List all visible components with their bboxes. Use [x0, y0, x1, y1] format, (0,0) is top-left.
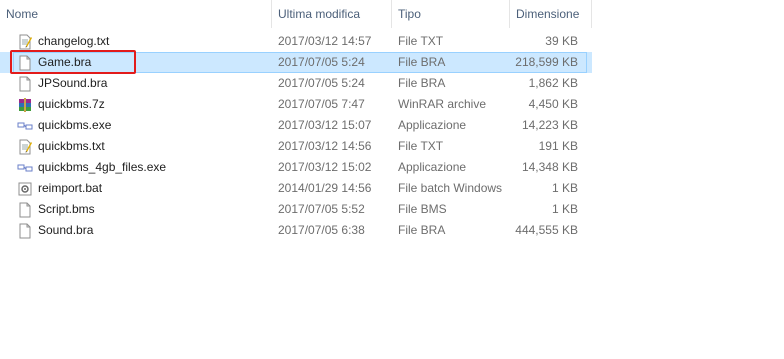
file-name: Sound.bra [38, 223, 94, 237]
file-row[interactable]: Sound.bra 2017/07/05 6:38 File BRA 444,555 … [0, 220, 592, 241]
file-row[interactable]: changelog.txt 2017/03/12 14:57 File TXT 39 … [0, 31, 592, 52]
file-size: 444,555 KB [515, 223, 578, 237]
file-name-cell[interactable]: quickbms_4gb_files.exe [0, 157, 272, 178]
file-type: File BMS [398, 202, 447, 216]
file-name: JPSound.bra [38, 76, 108, 90]
file-type: File batch Windows [398, 181, 503, 195]
file-size: 1 KB [551, 202, 578, 216]
file-row[interactable]: quickbms.txt 2017/03/12 14:56 File TXT 191 … [0, 136, 592, 157]
file-modified: 2017/03/12 15:02 [278, 160, 372, 174]
file-size: 39 KB [545, 34, 578, 48]
column-header-bar: Nome Ultima modifica Tipo Dimensione [0, 0, 592, 28]
application-icon [17, 160, 33, 176]
file-size: 14,223 KB [521, 118, 578, 132]
column-header-size-label: Dimensione [516, 7, 580, 21]
file-name-cell[interactable]: Sound.bra [0, 220, 272, 241]
file-size: 1,862 KB [528, 76, 578, 90]
winrar-archive-icon [17, 97, 33, 113]
file-name: quickbms.7z [38, 97, 105, 111]
file-name-cell[interactable]: changelog.txt [0, 31, 272, 52]
file-name: quickbms.exe [38, 118, 112, 132]
generic-file-icon [17, 223, 33, 239]
file-modified: 2017/03/12 15:07 [278, 118, 372, 132]
column-header-name[interactable]: Nome [0, 0, 272, 28]
file-row[interactable]: JPSound.bra 2017/07/05 5:24 File BRA 1,862 … [0, 73, 592, 94]
file-type: Applicazione [398, 118, 467, 132]
file-size: 1 KB [551, 181, 578, 195]
text-file-icon [17, 139, 33, 155]
generic-file-icon [17, 202, 33, 218]
file-size: 4,450 KB [528, 97, 578, 111]
file-modified: 2017/07/05 5:52 [278, 202, 365, 216]
file-name: quickbms.txt [38, 139, 105, 153]
file-row[interactable]: quickbms.exe 2017/03/12 15:07 Applicazione… [0, 115, 592, 136]
column-header-name-label: Nome [6, 7, 39, 21]
file-name-cell[interactable]: quickbms.exe [0, 115, 272, 136]
column-header-modified-label: Ultima modifica [278, 7, 361, 21]
file-size: 218,599 KB [515, 55, 578, 69]
file-name: quickbms_4gb_files.exe [38, 160, 167, 174]
file-modified: 2017/07/05 7:47 [278, 97, 365, 111]
file-size: 191 KB [538, 139, 578, 153]
text-file-icon [17, 34, 33, 50]
column-header-size[interactable]: Dimensione [510, 0, 592, 28]
application-icon [17, 118, 33, 134]
column-header-type[interactable]: Tipo [392, 0, 510, 28]
file-row[interactable]: Script.bms 2017/07/05 5:52 File BMS 1 KB [0, 199, 592, 220]
column-header-modified[interactable]: Ultima modifica [272, 0, 392, 28]
file-type: File BRA [398, 76, 446, 90]
generic-file-icon [17, 76, 33, 92]
file-modified: 2017/03/12 14:56 [278, 139, 372, 153]
file-row[interactable]: reimport.bat 2014/01/29 14:56 File batch W… [0, 178, 592, 199]
file-modified: 2017/07/05 6:38 [278, 223, 365, 237]
file-type: WinRAR archive [398, 97, 487, 111]
file-name: changelog.txt [38, 34, 110, 48]
file-size: 14,348 KB [521, 160, 578, 174]
sort-ascending-icon [136, 0, 146, 2]
file-row[interactable]: quickbms_4gb_files.exe 2017/03/12 15:02 Ap… [0, 157, 592, 178]
file-modified: 2017/07/05 5:24 [278, 76, 365, 90]
file-type: Applicazione [398, 160, 467, 174]
file-type: File BRA [398, 55, 446, 69]
file-name-cell[interactable]: JPSound.bra [0, 73, 272, 94]
file-type: File BRA [398, 223, 446, 237]
file-type: File TXT [398, 139, 444, 153]
annotation-highlight-box [10, 50, 136, 74]
file-name-cell[interactable]: quickbms.7z [0, 94, 272, 115]
file-name: reimport.bat [38, 181, 103, 195]
file-name: Script.bms [38, 202, 95, 216]
file-type: File TXT [398, 34, 444, 48]
batch-file-icon [17, 181, 33, 197]
file-name-cell[interactable]: Script.bms [0, 199, 272, 220]
file-modified: 2017/03/12 14:57 [278, 34, 372, 48]
file-modified: 2017/07/05 5:24 [278, 55, 365, 69]
file-row[interactable]: quickbms.7z 2017/07/05 7:47 WinRAR archive… [0, 94, 592, 115]
file-name-cell[interactable]: reimport.bat [0, 178, 272, 199]
column-header-type-label: Tipo [398, 7, 421, 21]
file-modified: 2014/01/29 14:56 [278, 181, 372, 195]
file-name-cell[interactable]: quickbms.txt [0, 136, 272, 157]
